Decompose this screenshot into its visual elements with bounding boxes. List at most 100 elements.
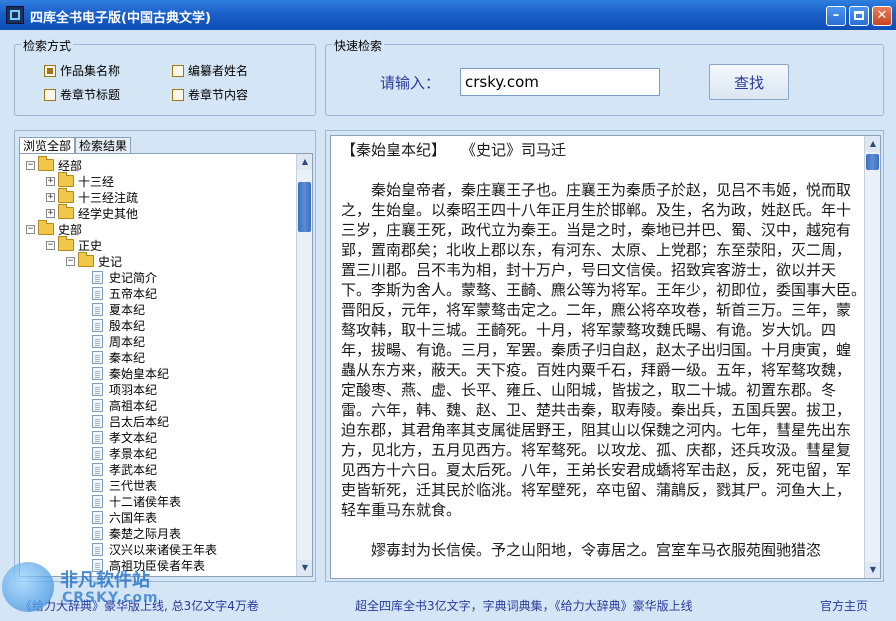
folder-icon: [58, 188, 74, 203]
expand-icon[interactable]: +: [46, 192, 55, 202]
reader-text: 【秦始皇本纪】 《史记》司马迁 秦始皇帝者，秦庄襄王子也。庄襄王为秦质子於赵，见…: [341, 140, 880, 560]
document-icon: [92, 270, 103, 284]
tree-item[interactable]: 汉兴以来诸侯王年表: [92, 541, 217, 557]
tree-folder[interactable]: + 十三经注疏: [46, 188, 139, 205]
homepage-link[interactable]: 官方主页: [820, 597, 868, 614]
folder-icon: [38, 220, 54, 235]
minimize-button[interactable]: –: [826, 6, 846, 26]
tree-item[interactable]: 秦楚之际月表: [92, 525, 181, 541]
document-icon: [92, 446, 103, 460]
tree-label: 项羽本纪: [109, 382, 158, 397]
checkbox-icon: [44, 88, 56, 101]
tree-folder[interactable]: + 十三经: [46, 172, 114, 189]
document-icon: [92, 430, 103, 444]
tree-label: 孝景本纪: [109, 446, 158, 461]
tree-label: 经部: [58, 158, 83, 173]
document-icon: [92, 462, 103, 476]
document-icon: [92, 286, 103, 300]
scroll-thumb[interactable]: [298, 182, 311, 232]
option-editor-name[interactable]: 编纂者姓名: [172, 62, 248, 79]
chapter-heading: 【秦始皇本纪】 《史记》司马迁: [341, 141, 567, 159]
scroll-down-icon[interactable]: ▼: [297, 560, 312, 576]
tree-folder[interactable]: − 史部: [26, 220, 82, 237]
document-icon: [92, 526, 103, 540]
promo-link[interactable]: 超全四库全书3亿文字，字典词典集，《给力大辞典》豪华版上线: [355, 597, 693, 614]
tree-label: 六国年表: [109, 510, 158, 525]
scroll-down-icon[interactable]: ▼: [865, 562, 880, 578]
document-icon: [92, 334, 103, 348]
tree-label: 夏本纪: [109, 302, 146, 317]
tree-folder[interactable]: + 经学史其他: [46, 204, 139, 221]
tree-folder[interactable]: − 经部: [26, 156, 83, 173]
browse-panel: 浏览全部 检索结果 ▲ ▼ − 经部 + 十三经 + 十三经注疏 + 经学史其他 − 史部 − 正史 −…: [14, 130, 316, 582]
tab-browse-all[interactable]: 浏览全部: [19, 137, 76, 154]
tree-scrollbar[interactable]: ▲ ▼: [296, 154, 312, 576]
reader-scrollbar[interactable]: ▲ ▼: [864, 136, 880, 578]
tree-item[interactable]: 孝景本纪: [92, 445, 157, 461]
search-mode-legend: 检索方式: [21, 37, 74, 54]
tree-label: 孝武本纪: [109, 462, 158, 477]
document-icon: [92, 382, 103, 396]
tree-label: 十三经注疏: [78, 190, 139, 205]
scroll-up-icon[interactable]: ▲: [297, 154, 312, 170]
close-button[interactable]: ✕: [872, 6, 892, 26]
document-icon: [92, 494, 103, 508]
tree-label: 周本纪: [109, 334, 146, 349]
tree-item[interactable]: 夏本纪: [92, 301, 145, 317]
document-icon: [92, 318, 103, 332]
watermark-subtext: CRSKY.com: [62, 590, 159, 606]
option-chapter-title[interactable]: 卷章节标题: [44, 86, 120, 103]
option-chapter-content[interactable]: 卷章节内容: [172, 86, 248, 103]
collapse-icon[interactable]: −: [66, 256, 75, 266]
scroll-up-icon[interactable]: ▲: [865, 136, 880, 152]
folder-icon: [38, 156, 54, 171]
option-label: 卷章节标题: [60, 88, 121, 102]
watermark-logo-icon: [2, 562, 54, 612]
option-collection-name[interactable]: 作品集名称: [44, 62, 120, 79]
maximize-button[interactable]: [849, 6, 869, 26]
folder-icon: [78, 252, 94, 267]
browse-tabs: 浏览全部 检索结果: [19, 137, 132, 154]
tree-item[interactable]: 高祖本纪: [92, 397, 157, 413]
document-icon: [92, 350, 103, 364]
tree-label: 秦楚之际月表: [109, 526, 182, 541]
folder-icon: [58, 204, 74, 219]
tree-item[interactable]: 孝武本纪: [92, 461, 157, 477]
expand-icon[interactable]: +: [46, 176, 55, 186]
collapse-icon[interactable]: −: [26, 160, 35, 170]
tree-item[interactable]: 吕太后本纪: [92, 413, 169, 429]
tree-item[interactable]: 项羽本纪: [92, 381, 157, 397]
tree-item[interactable]: 周本纪: [92, 333, 145, 349]
tree-item[interactable]: 秦始皇本纪: [92, 365, 169, 381]
find-button[interactable]: 查找: [709, 64, 789, 100]
expand-icon[interactable]: +: [46, 208, 55, 218]
document-icon: [92, 510, 103, 524]
tree-item[interactable]: 六国年表: [92, 509, 157, 525]
tree-item[interactable]: 三代世表: [92, 477, 157, 493]
collapse-icon[interactable]: −: [46, 240, 55, 250]
tree-label: 秦始皇本纪: [109, 366, 170, 381]
tab-search-results[interactable]: 检索结果: [75, 137, 132, 154]
tree-item[interactable]: 史记简介: [92, 269, 157, 285]
search-input[interactable]: [460, 68, 660, 96]
tree-label: 高祖本纪: [109, 398, 158, 413]
folder-icon: [58, 236, 74, 251]
scroll-thumb[interactable]: [866, 154, 879, 170]
tree-label: 五帝本纪: [109, 286, 158, 301]
tree-folder[interactable]: − 正史: [46, 236, 102, 253]
document-icon: [92, 542, 103, 556]
tree-item[interactable]: 五帝本纪: [92, 285, 157, 301]
collapse-icon[interactable]: −: [26, 224, 35, 234]
tree-folder[interactable]: − 史记: [66, 252, 122, 269]
tree-label: 秦本纪: [109, 350, 146, 365]
tree-label: 殷本纪: [109, 318, 146, 333]
tree-label: 经学史其他: [78, 206, 139, 221]
quick-search-legend: 快速检索: [332, 37, 385, 54]
tree-item[interactable]: 秦本纪: [92, 349, 145, 365]
tree-item[interactable]: 殷本纪: [92, 317, 145, 333]
tree-item[interactable]: 十二诸侯年表: [92, 493, 181, 509]
paragraph: 秦始皇帝者，秦庄襄王子也。庄襄王为秦质子於赵，见吕不韦姬，悦而取之，生始皇。以秦…: [341, 181, 880, 519]
maximize-icon: [854, 11, 864, 20]
tree-item[interactable]: 孝文本纪: [92, 429, 157, 445]
option-label: 卷章节内容: [188, 88, 249, 102]
